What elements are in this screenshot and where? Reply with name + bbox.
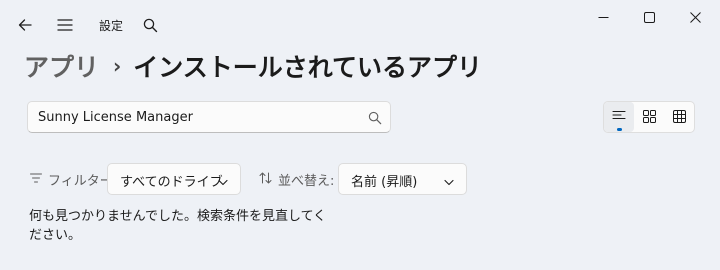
filter-dropdown[interactable]: すべてのドライブ xyxy=(107,163,241,195)
sort-selected-value: 名前 (昇順) xyxy=(351,175,418,190)
search-icon[interactable] xyxy=(137,12,163,38)
sort-label: 並べ替え: xyxy=(259,170,334,189)
filter-selected-value: すべてのドライブ xyxy=(120,175,223,190)
maximize-icon xyxy=(643,8,655,27)
maximize-button[interactable] xyxy=(626,4,672,30)
back-arrow-icon[interactable] xyxy=(12,12,38,38)
minimize-button[interactable] xyxy=(580,4,626,30)
hamburger-menu-icon[interactable] xyxy=(52,12,78,38)
table-view-icon xyxy=(672,108,686,127)
filter-icon xyxy=(30,172,48,187)
filter-label: フィルター: xyxy=(30,170,117,189)
list-view-icon xyxy=(612,108,626,127)
breadcrumb: アプリ › インストールされているアプリ xyxy=(24,46,482,86)
sort-icon xyxy=(259,172,278,188)
grid-view-button[interactable] xyxy=(634,102,664,132)
sort-dropdown[interactable]: 名前 (昇順) xyxy=(338,163,467,195)
search-input[interactable] xyxy=(38,102,358,132)
chevron-down-icon xyxy=(444,175,454,190)
chevron-down-icon xyxy=(218,175,228,190)
breadcrumb-parent-apps[interactable]: アプリ xyxy=(24,48,99,84)
title-bar: 設定 xyxy=(0,0,720,46)
breadcrumb-separator: › xyxy=(113,54,122,78)
close-button[interactable] xyxy=(672,4,718,30)
empty-results-message: 何も見つかりませんでした。検索条件を見直してください。 xyxy=(29,209,327,243)
app-search-box[interactable] xyxy=(27,101,391,133)
page-title: インストールされているアプリ xyxy=(133,53,483,82)
search-field-icon xyxy=(368,110,382,125)
sort-label-text: 並べ替え: xyxy=(278,174,335,189)
minimize-icon xyxy=(598,8,609,27)
view-toggle-group xyxy=(603,101,695,133)
list-view-button[interactable] xyxy=(604,102,634,132)
app-title: 設定 xyxy=(99,19,124,33)
grid-view-icon xyxy=(642,108,656,127)
table-view-button[interactable] xyxy=(664,102,694,132)
close-icon xyxy=(689,8,701,27)
selected-view-indicator xyxy=(617,128,622,131)
